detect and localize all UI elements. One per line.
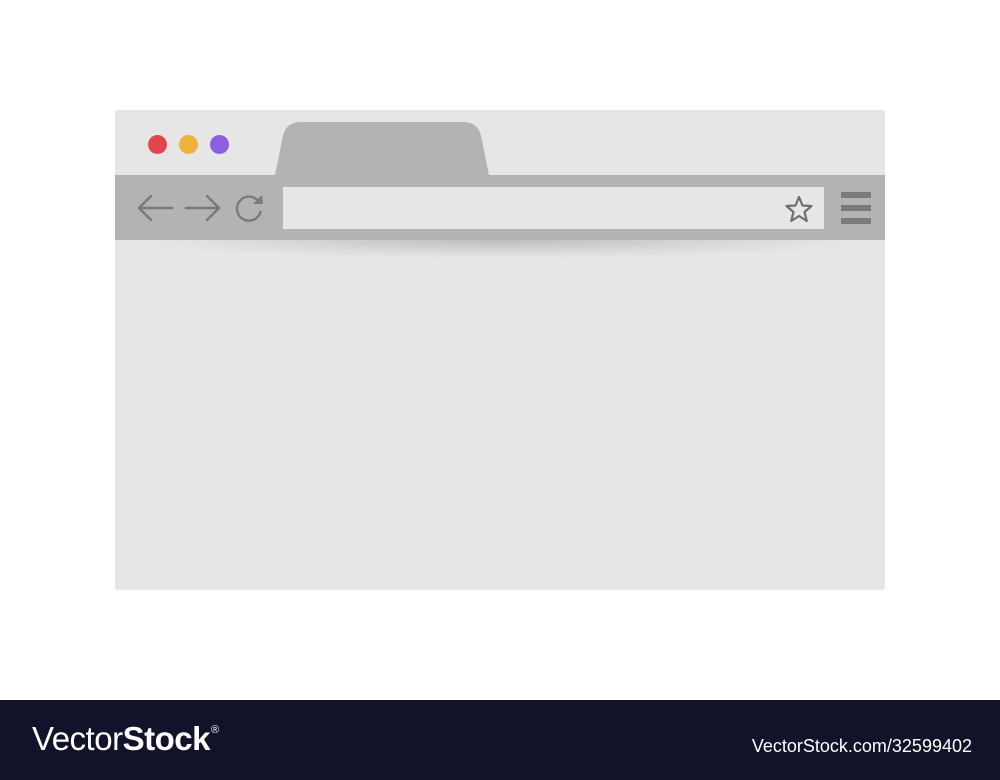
star-icon: [785, 195, 813, 223]
reload-button[interactable]: [232, 193, 266, 223]
menu-bar-middle: [841, 205, 871, 211]
browser-tab[interactable]: [275, 122, 489, 175]
page: VectorStock® VectorStock.com/32599402: [0, 0, 1000, 780]
watermark-bar: VectorStock® VectorStock.com/32599402: [0, 700, 1000, 780]
reload-icon: [235, 195, 263, 222]
back-button[interactable]: [136, 193, 174, 223]
zoom-window-button[interactable]: [210, 135, 229, 154]
registered-mark: ®: [210, 724, 219, 736]
image-id-text: VectorStock.com/32599402: [751, 736, 972, 756]
toolbar-shadow: [145, 240, 855, 258]
browser-window: [115, 110, 885, 590]
vectorstock-logo: VectorStock®: [32, 720, 219, 758]
page-content-area[interactable]: [115, 240, 885, 590]
arrow-left-icon: [137, 194, 174, 222]
tab-shape: [275, 122, 489, 175]
menu-bar-top: [841, 192, 871, 198]
logo-text-light: Vector: [32, 720, 123, 757]
menu-bar-bottom: [841, 218, 871, 224]
address-bar-input[interactable]: [283, 187, 824, 229]
hamburger-menu-icon[interactable]: [841, 192, 871, 224]
title-bar: [115, 110, 885, 175]
close-window-button[interactable]: [148, 135, 167, 154]
forward-button[interactable]: [184, 193, 222, 223]
logo-text-bold: Stock: [122, 720, 211, 757]
minimize-window-button[interactable]: [179, 135, 198, 154]
browser-toolbar: [115, 175, 885, 240]
bookmark-star-button[interactable]: [785, 195, 813, 223]
arrow-right-icon: [184, 194, 221, 222]
